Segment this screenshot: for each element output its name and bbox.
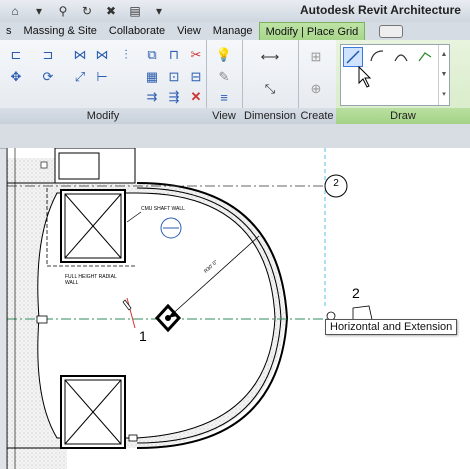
ribbon-tabs: s Massing & Site Collaborate View Manage… (0, 22, 470, 40)
tab-manage[interactable]: Manage (207, 22, 259, 40)
draw-panel: ▲ ▼ ▾ Draw (336, 40, 470, 124)
draw-gallery: ▲ ▼ ▾ (340, 44, 450, 106)
scale-icon[interactable]: ⤢ (70, 68, 90, 86)
ribbon-minimize-toggle[interactable] (379, 25, 404, 38)
app-title: Autodesk Revit Architecture (300, 3, 461, 17)
measure-icon[interactable]: ⚲ (52, 2, 74, 20)
create-group-icon[interactable]: ⊞ (306, 48, 326, 66)
create-panel-label: Create (298, 108, 336, 124)
trim-extend-icon[interactable]: ⊢ (92, 68, 112, 86)
move-icon[interactable]: ✥ (6, 68, 26, 86)
copy-icon[interactable]: ⧉ (142, 46, 162, 64)
close-hidden-icon[interactable]: ✖ (100, 2, 122, 20)
view-panel-label: View (206, 108, 242, 124)
modify-panel: ⊏ ⊐ ⋈ ⋈ ⫶ ⧉ ⊓ ✂ ✥ ⟳ ⤢ ⊢ ▦ ⊡ ⊟ ⇉ ⇶ ✕ Modi… (0, 40, 207, 124)
draw-tools-icons (346, 50, 432, 88)
dimension-panel: ⟷ ⤡ Dimension (242, 40, 299, 124)
cmu-shaft-wall-label: CMU SHAFT WALL (141, 206, 185, 212)
mirror-draw-icon[interactable]: ⋈ (92, 46, 112, 64)
trim-icon[interactable]: ⊓ (164, 46, 184, 64)
quick-access-toolbar: ⌂ ▾ ⚲ ↻ ✖ ▤ ▾ (4, 2, 170, 20)
tab-collaborate[interactable]: Collaborate (103, 22, 171, 40)
tab-partial[interactable]: s (0, 22, 18, 40)
ribbon: ⊏ ⊐ ⋈ ⋈ ⫶ ⧉ ⊓ ✂ ✥ ⟳ ⤢ ⊢ ▦ ⊡ ⊟ ⇉ ⇶ ✕ Modi… (0, 40, 470, 125)
grid-bubble-2[interactable]: 2 (325, 178, 347, 194)
full-height-radial-wall-label: FULL HEIGHT RADIAL WALL (65, 274, 117, 286)
array-icon[interactable]: ▦ (142, 68, 162, 86)
linear-dimension-icon[interactable]: ⤡ (254, 80, 286, 98)
home-icon[interactable]: ⌂ (4, 2, 26, 20)
tab-view[interactable]: View (171, 22, 207, 40)
mirror-pick-icon[interactable]: ⋈ (70, 46, 90, 64)
drawing-area[interactable]: CMU SHAFT WALL FULL HEIGHT RADIAL WALL R… (6, 148, 470, 469)
sync-icon[interactable]: ↻ (76, 2, 98, 20)
gallery-scroll[interactable]: ▲ ▼ ▾ (438, 45, 449, 105)
create-similar-icon[interactable]: ⊕ (306, 80, 326, 98)
align-dim-icon[interactable]: ⇶ (164, 88, 184, 106)
dimension-panel-label: Dimension (242, 108, 298, 124)
split-gap-icon[interactable]: ⇉ (142, 88, 162, 106)
linework-icon[interactable]: ≡ (214, 88, 234, 106)
rotate-icon[interactable]: ⟳ (38, 68, 58, 86)
split-icon[interactable]: ⫶ (116, 46, 136, 64)
delete-icon[interactable]: ✕ (186, 88, 206, 106)
title-bar: ⌂ ▾ ⚲ ↻ ✖ ▤ ▾ Autodesk Revit Architectur… (0, 0, 470, 23)
customize-qat-icon[interactable]: ▾ (148, 2, 170, 20)
hide-icon[interactable]: 💡 (214, 46, 234, 64)
grid-label-2[interactable]: 2 (352, 285, 360, 301)
pin-icon[interactable]: ⊡ (164, 68, 184, 86)
draw-panel-label: Draw (336, 108, 470, 124)
tab-modify-place-grid[interactable]: Modify | Place Grid (258, 22, 366, 40)
grid-label-1[interactable]: 1 (139, 328, 147, 344)
delete-element-icon[interactable]: ✂ (186, 46, 206, 64)
tab-massing-site[interactable]: Massing & Site (18, 22, 103, 40)
view-panel: 💡 ✎ ≡ View (206, 40, 243, 124)
modify-panel-label: Modify (0, 108, 206, 124)
align-icon[interactable]: ⊏ (6, 46, 26, 64)
create-panel: ⊞ ⊕ Create (298, 40, 337, 124)
options-bar (0, 124, 470, 149)
snap-tooltip: Horizontal and Extension (325, 319, 458, 335)
print-icon[interactable]: ▤ (124, 2, 146, 20)
floor-plan-canvas (7, 148, 374, 469)
offset-icon[interactable]: ⊐ (38, 46, 58, 64)
aligned-dimension-icon[interactable]: ⟷ (254, 48, 286, 66)
unpin-icon[interactable]: ⊟ (186, 68, 206, 86)
override-icon[interactable]: ✎ (214, 68, 234, 86)
dropdown-icon[interactable]: ▾ (28, 2, 50, 20)
